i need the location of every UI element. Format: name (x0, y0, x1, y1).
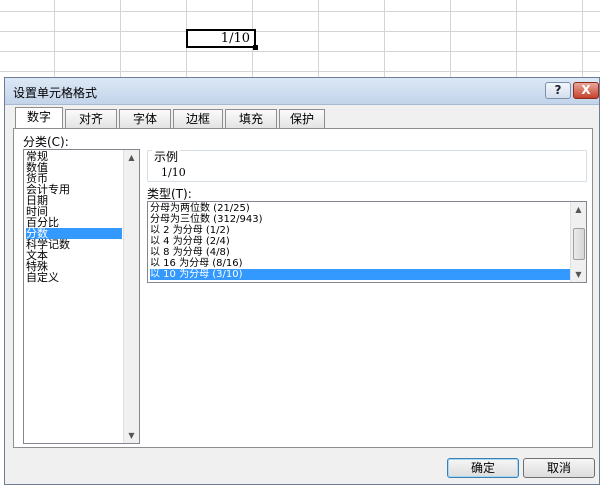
tab-number[interactable]: 数字 (15, 107, 63, 129)
tab-alignment[interactable]: 对齐 (65, 109, 117, 128)
dialog-titlebar[interactable]: 设置单元格格式 ? X (5, 78, 599, 105)
type-item-selected[interactable]: 以 10 为分母 (3/10) (150, 269, 570, 280)
type-label: 类型(T): (147, 187, 192, 201)
category-label: 分类(C): (23, 135, 69, 149)
scroll-up-icon[interactable]: ▲ (124, 150, 139, 165)
format-cells-dialog: 设置单元格格式 ? X 数字 对齐 字体 边框 填充 保护 分类(C): 常规 … (4, 77, 600, 485)
fill-handle[interactable] (253, 45, 258, 50)
cancel-button[interactable]: 取消 (523, 458, 595, 478)
category-listbox[interactable]: 常规 数值 货币 会计专用 日期 时间 百分比 分数 科学记数 文本 特殊 自定… (23, 149, 140, 444)
close-button[interactable]: X (573, 82, 599, 99)
type-item[interactable]: 以 2 为分母 (1/2) (150, 225, 570, 236)
type-item[interactable]: 以 16 为分母 (8/16) (150, 258, 570, 269)
type-item[interactable]: 分母为三位数 (312/943) (150, 214, 570, 225)
type-scrollbar[interactable]: ▲ ▼ (570, 202, 586, 282)
scroll-down-icon[interactable]: ▼ (571, 267, 586, 282)
type-item[interactable]: 以 4 为分母 (2/4) (150, 236, 570, 247)
spreadsheet-grid[interactable] (0, 0, 600, 80)
tab-fill[interactable]: 填充 (225, 109, 277, 128)
help-button[interactable]: ? (545, 82, 571, 99)
tab-protection[interactable]: 保护 (279, 109, 325, 128)
category-scrollbar[interactable]: ▲ ▼ (123, 150, 139, 443)
sample-title: 示例 (152, 148, 181, 165)
sample-groupbox (147, 150, 587, 182)
scroll-down-icon[interactable]: ▼ (124, 428, 139, 443)
scroll-up-icon[interactable]: ▲ (571, 202, 586, 217)
type-item[interactable]: 分母为两位数 (21/25) (150, 203, 570, 214)
type-item[interactable]: 以 8 为分母 (4/8) (150, 247, 570, 258)
type-listbox[interactable]: 分母为两位数 (21/25) 分母为三位数 (312/943) 以 2 为分母 … (147, 201, 587, 283)
ok-button[interactable]: 确定 (447, 458, 519, 478)
dialog-title: 设置单元格格式 (13, 86, 98, 100)
active-cell[interactable]: 1/10 (186, 29, 256, 48)
tab-border[interactable]: 边框 (173, 109, 223, 128)
scroll-thumb[interactable] (573, 228, 585, 260)
tab-font[interactable]: 字体 (119, 109, 171, 128)
category-item[interactable]: 自定义 (26, 272, 122, 283)
sample-value: 1/10 (161, 166, 186, 179)
